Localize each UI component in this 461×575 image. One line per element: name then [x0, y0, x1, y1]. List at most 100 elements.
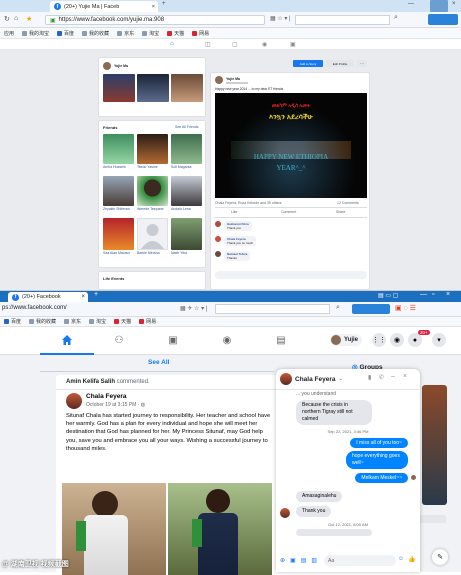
search-field[interactable]: [215, 304, 330, 314]
share-button[interactable]: Share: [336, 210, 345, 214]
bookmark-item[interactable]: 百度: [57, 30, 74, 37]
chat-message-input[interactable]: Aa: [324, 555, 396, 566]
login-button[interactable]: [428, 14, 458, 25]
emoji-icon[interactable]: ☺: [398, 556, 404, 562]
post-date[interactable]: October 19 at 3:15 PM · ◍: [86, 402, 145, 408]
image-icon[interactable]: ▣: [290, 557, 296, 564]
post-photo-left[interactable]: [62, 483, 166, 575]
close-window-icon[interactable]: ×: [452, 1, 456, 7]
friend-name[interactable]: Bantie Mersha: [137, 251, 160, 255]
bookmark-item[interactable]: 京东: [64, 318, 81, 325]
marketplace-nav-icon[interactable]: ▣: [290, 41, 296, 48]
photo-thumbnail[interactable]: [171, 74, 203, 102]
bookmark-item[interactable]: 京东: [117, 30, 134, 37]
activity-name[interactable]: Amin Kelifa Salih: [66, 379, 115, 385]
post-image[interactable]: መልካም አዲስ አመት እንኳን አደረሳችሁ HAPPY NEW ETHIO…: [215, 93, 367, 198]
home-nav-icon[interactable]: ⌂: [170, 41, 174, 47]
friend-photo[interactable]: [171, 176, 202, 206]
friend-name[interactable]: Saa Alan Macavo: [103, 251, 130, 255]
friend-name[interactable]: Amha Hussein: [103, 165, 126, 169]
new-tab-icon[interactable]: +: [162, 1, 166, 7]
friend-name[interactable]: Zeyakin Shiferaw: [103, 207, 130, 211]
add-story-button[interactable]: Add to Story: [293, 60, 323, 67]
friend-photo[interactable]: [103, 218, 134, 250]
see-all-link[interactable]: See All: [148, 359, 169, 366]
profile-header[interactable]: Yujie Ma: [103, 62, 128, 70]
bookmark-item[interactable]: 天猫: [167, 30, 184, 37]
bookmark-item[interactable]: 天猫: [114, 318, 131, 325]
bookmark-item[interactable]: 应用: [4, 30, 14, 37]
commenter-avatar[interactable]: [215, 221, 221, 227]
friend-photo-placeholder[interactable]: [137, 218, 168, 250]
write-comment-field[interactable]: [215, 271, 367, 279]
close-window-icon[interactable]: ×: [446, 291, 450, 298]
back-icon[interactable]: ↻: [4, 15, 10, 23]
home-icon[interactable]: ★: [26, 15, 32, 23]
friend-photo[interactable]: [103, 176, 134, 206]
friend-name[interactable]: Soli Maganta: [171, 165, 191, 169]
close-chat-icon[interactable]: ×: [403, 373, 407, 380]
bookmark-item[interactable]: 淘宝: [142, 30, 159, 37]
notifications-icon[interactable]: ●: [408, 333, 422, 347]
author-avatar[interactable]: [215, 76, 223, 84]
login-button[interactable]: [352, 304, 390, 314]
refresh-icon[interactable]: ⌂: [14, 15, 18, 22]
bookmark-item[interactable]: 我的淘宝: [22, 30, 49, 37]
friends-nav-icon[interactable]: ⚇: [112, 333, 126, 347]
search-icon[interactable]: ⌕: [394, 14, 398, 22]
friend-name[interactable]: Werede Teepane: [137, 207, 164, 211]
like-icon[interactable]: 👍: [408, 556, 415, 563]
home-nav-icon[interactable]: [60, 333, 74, 347]
edit-profile-button[interactable]: Edit Profile: [326, 60, 354, 67]
friend-photo[interactable]: [171, 218, 202, 250]
friend-photo[interactable]: [137, 134, 168, 164]
video-call-icon[interactable]: ▮: [368, 374, 371, 381]
comment-button[interactable]: Comment: [281, 210, 296, 214]
group-cover-photo[interactable]: [422, 385, 447, 505]
search-field[interactable]: [295, 15, 390, 25]
bookmark-item[interactable]: 我的收藏: [29, 318, 56, 325]
toolbar-icons[interactable]: ▦ ☆ ▾ |: [270, 15, 291, 22]
commenter-avatar[interactable]: [215, 251, 221, 257]
minimize-icon[interactable]: —: [408, 1, 414, 7]
friend-name[interactable]: Andalo Lena: [171, 207, 191, 211]
menu-grid-icon[interactable]: ⋮⋮: [372, 333, 386, 347]
author-avatar[interactable]: [66, 393, 82, 409]
groups-nav-icon[interactable]: ◉: [262, 41, 267, 48]
sticker-icon[interactable]: ▤: [301, 557, 307, 564]
extension-icons[interactable]: ▣ ◌ ☰: [395, 304, 416, 312]
watch-nav-icon[interactable]: ▣: [166, 333, 180, 347]
chat-header[interactable]: Chala Feyera ⌄: [280, 373, 343, 385]
friend-photo[interactable]: [171, 134, 202, 164]
see-all-friends-link[interactable]: See All Friends: [175, 125, 199, 129]
bookmark-item[interactable]: 网易: [139, 318, 156, 325]
gif-icon[interactable]: ▥: [311, 557, 317, 564]
photo-thumbnail[interactable]: [103, 74, 135, 102]
gaming-nav-icon[interactable]: ▤: [274, 333, 288, 347]
friends-nav-icon[interactable]: ◫: [205, 41, 211, 48]
more-options-icon[interactable]: ···: [357, 60, 367, 67]
groups-nav-icon[interactable]: ◉: [220, 333, 234, 347]
window-icons[interactable]: ▤ ▭ ▢: [378, 292, 398, 299]
maximize-icon[interactable]: [430, 0, 448, 12]
post-photo-right[interactable]: [168, 483, 272, 575]
phone-call-icon[interactable]: ✆: [379, 374, 384, 381]
friend-photo[interactable]: [137, 176, 168, 206]
reactions-summary[interactable]: Chala Feyera, Roza Kebede and 35 others: [215, 201, 282, 205]
tab-close-icon[interactable]: ×: [152, 4, 155, 10]
friend-name[interactable]: Natib Yiba: [171, 251, 187, 255]
minimize-icon[interactable]: —: [420, 291, 427, 298]
new-message-icon[interactable]: ✎: [432, 549, 448, 565]
photo-thumbnail[interactable]: [137, 74, 169, 102]
profile-shortcut[interactable]: Yujie: [330, 334, 363, 346]
search-icon[interactable]: ⌕: [336, 304, 340, 312]
browser-tab[interactable]: f (20+) Yujie Ma | Faceb ×: [50, 1, 158, 12]
new-tab-icon[interactable]: +: [94, 291, 98, 298]
friend-photo[interactable]: [103, 134, 134, 164]
minimize-chat-icon[interactable]: –: [391, 373, 395, 380]
friend-name[interactable]: Tsedu Yasine: [137, 165, 158, 169]
post-author[interactable]: Yujie Ma: [226, 77, 248, 81]
add-icon[interactable]: ⊕: [280, 557, 285, 564]
browser-tab[interactable]: f (20+) Facebook ×: [8, 292, 88, 302]
post-author[interactable]: Chala Feyera: [86, 393, 126, 400]
